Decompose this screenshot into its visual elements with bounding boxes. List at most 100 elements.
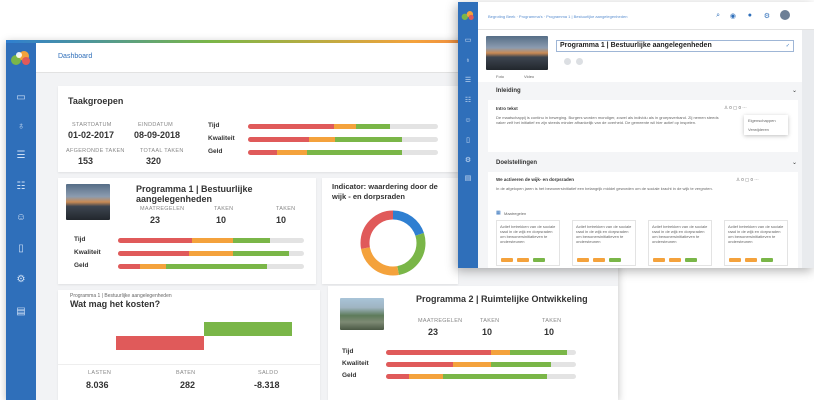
- menu-eigenschappen[interactable]: Eigenschappen: [748, 118, 776, 123]
- settings-icon[interactable]: ⚙: [14, 274, 28, 286]
- document-icon[interactable]: ▯: [463, 136, 473, 146]
- taken2-value: 10: [544, 327, 555, 337]
- totaal-value: 320: [146, 156, 162, 166]
- document-icon[interactable]: ▯: [14, 243, 28, 255]
- taken2-label: TAKEN: [542, 318, 562, 324]
- check-icon[interactable]: ✓: [786, 43, 790, 49]
- report-icon[interactable]: ▤: [14, 306, 28, 318]
- status-button[interactable]: [761, 258, 773, 262]
- book-icon[interactable]: ▭: [463, 36, 473, 46]
- collapse-icon[interactable]: ⌄: [792, 159, 797, 166]
- bar-label: Geld: [208, 148, 223, 155]
- title-text: Programma 1 | Bestuurlijke aangelegenhed…: [560, 42, 712, 49]
- settings-icon[interactable]: ⚙: [463, 156, 473, 166]
- program-photo: [340, 298, 384, 330]
- tasks-icon[interactable]: ☷: [14, 181, 28, 193]
- progress-bar: [118, 251, 304, 256]
- progress-segment-orange: [408, 374, 443, 379]
- doel-label: We activeren de wijk- en dorpsraden: [496, 177, 574, 182]
- search-icon[interactable]: ⌕: [716, 12, 720, 20]
- menu-verwijderen[interactable]: Verwijderen: [748, 127, 769, 132]
- doelstellingen-title[interactable]: Doelstellingen: [496, 160, 537, 166]
- report-icon[interactable]: ▤: [463, 174, 473, 184]
- bar-label: Tijd: [342, 348, 354, 355]
- status-button[interactable]: [669, 258, 681, 262]
- gear-icon[interactable]: ⚙: [764, 12, 770, 20]
- user-count-icon[interactable]: ♙ 0 ▢ 0 ···: [736, 177, 759, 183]
- collapse-icon[interactable]: ⌄: [792, 87, 797, 94]
- sidebar: ▭ ♁ ☰ ☷ ☺ ▯ ⚙ ▤: [458, 2, 478, 268]
- measure-card[interactable]: Actief betrekken van de sociale raad in …: [496, 220, 560, 266]
- progress-segment-red: [118, 251, 189, 256]
- list-icon: ▦: [496, 210, 501, 216]
- taakgroepen-card: Taakgroepen STARTDATUM 01-02-2017 EINDDA…: [58, 86, 458, 172]
- doel-panel: We activeren de wijk- en dorpsraden In d…: [488, 172, 798, 268]
- eye-icon[interactable]: ◉: [730, 12, 736, 20]
- lightbulb-icon[interactable]: ♁: [463, 56, 473, 66]
- tasks-icon[interactable]: ☷: [463, 96, 473, 106]
- status-button[interactable]: [501, 258, 513, 262]
- status-button[interactable]: [745, 258, 757, 262]
- taken-label: TAKEN: [214, 206, 234, 212]
- progress-segment-red: [248, 137, 309, 142]
- measure-card[interactable]: Actief betrekken van de sociale raad in …: [648, 220, 712, 266]
- status-button[interactable]: [593, 258, 605, 262]
- progress-bar: [118, 264, 304, 269]
- programma1-card[interactable]: Programma 1 | Bestuurlijke aangelegenhed…: [58, 178, 316, 284]
- progress-segment-green: [306, 150, 402, 155]
- book-icon[interactable]: ▭: [14, 92, 28, 104]
- breadcrumb[interactable]: Dashboard: [58, 53, 92, 60]
- programma2-card[interactable]: Programma 2 | Ruimtelijke Ontwikkeling M…: [328, 286, 618, 400]
- upload-icon[interactable]: [576, 58, 583, 65]
- progress-segment-red: [386, 350, 491, 355]
- kosten-card: Programma 1 | Bestuurlijke aangelegenhed…: [58, 290, 320, 400]
- list-icon[interactable]: ☰: [463, 76, 473, 86]
- progress-segment-orange: [276, 150, 307, 155]
- inleiding-title[interactable]: Inleiding: [496, 88, 521, 94]
- user-count-icon[interactable]: ♙ 0 ▢ 0 ···: [724, 105, 747, 111]
- taken-label: TAKEN: [480, 318, 500, 324]
- kosten-title: Wat mag het kosten?: [70, 299, 161, 309]
- tab-foto[interactable]: Foto: [496, 74, 504, 79]
- indicator-card[interactable]: Indicator: waardering door de wijk - en …: [322, 178, 458, 284]
- status-button[interactable]: [685, 258, 697, 262]
- tab-video[interactable]: Video: [524, 74, 534, 79]
- indicator-title[interactable]: Indicator: waardering door de wijk - en …: [332, 182, 450, 202]
- status-button[interactable]: [729, 258, 741, 262]
- sidebar: ▭ ♁ ☰ ☷ ☺ ▯ ⚙ ▤: [6, 40, 36, 400]
- title-area: Programma 1 | Bestuurlijke aangelegenhed…: [478, 30, 802, 82]
- progress-segment-orange: [188, 251, 234, 256]
- progress-segment-green: [166, 264, 267, 269]
- baten-label: BATEN: [176, 370, 196, 376]
- progress-segment-orange: [490, 350, 510, 355]
- image-icon[interactable]: [564, 58, 571, 65]
- title-input[interactable]: Programma 1 | Bestuurlijke aangelegenhed…: [556, 40, 794, 52]
- lightbulb-icon[interactable]: ♁: [14, 121, 28, 133]
- status-button[interactable]: [653, 258, 665, 262]
- status-button[interactable]: [609, 258, 621, 262]
- program-title[interactable]: Programma 2 | Ruimtelijke Ontwikkeling: [416, 294, 588, 304]
- progress-bar: [248, 124, 438, 129]
- einddatum-value: 08-09-2018: [134, 130, 181, 140]
- progress-segment-green: [442, 374, 548, 379]
- measure-card[interactable]: Actief betrekken van de sociale raad in …: [724, 220, 788, 266]
- bell-icon[interactable]: ●: [748, 12, 752, 19]
- avatar[interactable]: [780, 10, 790, 20]
- status-button[interactable]: [533, 258, 545, 262]
- card-title: Taakgroepen: [68, 96, 124, 106]
- header: Begroting Beek · Programma's · Programma…: [478, 2, 814, 30]
- breadcrumb[interactable]: Begroting Beek · Programma's · Programma…: [488, 14, 627, 19]
- users-icon[interactable]: ☺: [14, 212, 28, 224]
- detail-window: ▭ ♁ ☰ ☷ ☺ ▯ ⚙ ▤ Begroting Beek · Program…: [458, 2, 814, 268]
- status-button[interactable]: [577, 258, 589, 262]
- program-title[interactable]: Programma 1 | Bestuurlijke aangelegenhed…: [136, 184, 316, 204]
- startdatum-value: 01-02-2017: [68, 130, 115, 140]
- measure-card[interactable]: Actief betrekken van de sociale raad in …: [572, 220, 636, 266]
- list-icon[interactable]: ☰: [14, 150, 28, 162]
- taken-value: 10: [216, 215, 227, 225]
- bar-label: Tijd: [208, 122, 220, 129]
- status-button[interactable]: [517, 258, 529, 262]
- progress-segment-green: [509, 350, 567, 355]
- progress-segment-orange: [452, 362, 491, 367]
- users-icon[interactable]: ☺: [463, 116, 473, 126]
